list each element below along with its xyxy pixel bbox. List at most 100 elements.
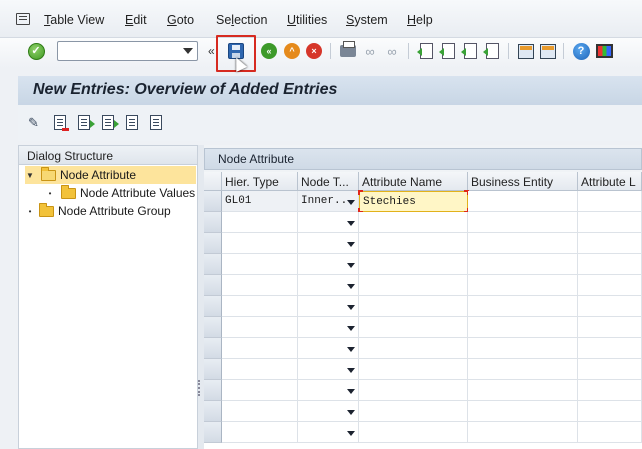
- table-cell[interactable]: [578, 401, 642, 422]
- table-cell[interactable]: [578, 191, 642, 212]
- row-selector[interactable]: [204, 380, 222, 401]
- last-page-button[interactable]: [482, 41, 502, 61]
- table-cell[interactable]: [222, 401, 298, 422]
- next-page-button[interactable]: [460, 41, 480, 61]
- chevron-down-icon[interactable]: [347, 389, 355, 394]
- table-cell[interactable]: [222, 275, 298, 296]
- menu-system[interactable]: System: [346, 13, 388, 27]
- table-cell[interactable]: [468, 317, 578, 338]
- expand-triangle-icon[interactable]: ▼: [25, 171, 35, 180]
- table-cell[interactable]: [468, 401, 578, 422]
- chevron-down-icon[interactable]: [347, 263, 355, 268]
- table-cell[interactable]: [222, 380, 298, 401]
- row-selector[interactable]: [204, 422, 222, 443]
- chevron-down-icon[interactable]: [347, 284, 355, 289]
- chevron-down-icon[interactable]: [183, 48, 193, 54]
- table-cell[interactable]: [222, 212, 298, 233]
- column-header-attribute-name[interactable]: Attribute Name: [359, 172, 468, 191]
- table-cell[interactable]: [578, 233, 642, 254]
- help-button[interactable]: ?: [571, 41, 591, 61]
- delete-entry-button[interactable]: [54, 115, 70, 131]
- table-cell[interactable]: [468, 359, 578, 380]
- table-cell[interactable]: [468, 380, 578, 401]
- print-button[interactable]: [338, 41, 358, 61]
- chevron-down-icon[interactable]: [347, 305, 355, 310]
- collapse-arrow-icon[interactable]: «: [208, 44, 215, 58]
- chevron-down-icon[interactable]: [347, 410, 355, 415]
- table-cell[interactable]: [359, 296, 468, 317]
- table-cell[interactable]: [468, 212, 578, 233]
- table-cell[interactable]: Stechies: [359, 191, 468, 212]
- exit-button[interactable]: ^: [282, 41, 302, 61]
- table-cell[interactable]: [578, 359, 642, 380]
- table-cell[interactable]: [222, 422, 298, 443]
- column-header-hier-type[interactable]: Hier. Type: [222, 172, 298, 191]
- command-input[interactable]: [58, 42, 176, 60]
- table-cell[interactable]: [222, 254, 298, 275]
- splitter-handle[interactable]: [198, 380, 200, 396]
- chevron-down-icon[interactable]: [347, 221, 355, 226]
- tree-item-node-attribute-values[interactable]: • Node Attribute Values: [47, 184, 197, 202]
- column-header-node-type[interactable]: Node T...: [298, 172, 359, 191]
- tree-item-node-attribute[interactable]: ▼ Node Attribute: [25, 166, 196, 184]
- table-cell[interactable]: [578, 212, 642, 233]
- row-selector[interactable]: [204, 212, 222, 233]
- table-cell[interactable]: [222, 317, 298, 338]
- row-selector[interactable]: [204, 296, 222, 317]
- chevron-down-icon[interactable]: [347, 326, 355, 331]
- row-selector[interactable]: [204, 233, 222, 254]
- table-cell[interactable]: [359, 212, 468, 233]
- table-cell[interactable]: [359, 317, 468, 338]
- column-header-attribute-l[interactable]: Attribute L: [578, 172, 642, 191]
- chevron-down-icon[interactable]: [347, 242, 355, 247]
- table-cell[interactable]: [359, 401, 468, 422]
- table-cell[interactable]: [222, 338, 298, 359]
- chevron-down-icon[interactable]: [347, 431, 355, 436]
- column-header-business-entity[interactable]: Business Entity: [468, 172, 578, 191]
- table-cell[interactable]: [578, 254, 642, 275]
- menu-utilities[interactable]: Utilities: [287, 13, 327, 27]
- menu-selection[interactable]: Selection: [216, 13, 267, 27]
- cancel-button[interactable]: ×: [304, 41, 324, 61]
- table-cell[interactable]: [468, 191, 578, 212]
- previous-entry-button[interactable]: [78, 115, 95, 131]
- tree-item-node-attribute-group[interactable]: • Node Attribute Group: [27, 202, 197, 220]
- table-cell[interactable]: [359, 275, 468, 296]
- row-selector[interactable]: [204, 275, 222, 296]
- first-page-button[interactable]: [416, 41, 436, 61]
- table-cell[interactable]: [359, 359, 468, 380]
- menu-icon[interactable]: [16, 13, 30, 25]
- table-cell[interactable]: [468, 254, 578, 275]
- row-selector[interactable]: [204, 401, 222, 422]
- table-cell[interactable]: [359, 380, 468, 401]
- table-cell[interactable]: [359, 338, 468, 359]
- row-selector[interactable]: [204, 317, 222, 338]
- next-entry-button[interactable]: [102, 115, 119, 131]
- shortcut-button[interactable]: [538, 41, 558, 61]
- menu-table-view[interactable]: Table View: [44, 13, 104, 27]
- table-cell[interactable]: [468, 233, 578, 254]
- row-selector[interactable]: [204, 359, 222, 380]
- table-cell[interactable]: [359, 233, 468, 254]
- display-change-button[interactable]: ✎: [28, 115, 44, 131]
- back-button[interactable]: «: [259, 41, 279, 61]
- table-cell[interactable]: [222, 233, 298, 254]
- create-session-button[interactable]: [516, 41, 536, 61]
- chevron-down-icon[interactable]: [347, 200, 355, 205]
- enter-button[interactable]: ✓: [26, 41, 46, 61]
- table-cell[interactable]: [468, 296, 578, 317]
- row-selector[interactable]: [204, 338, 222, 359]
- table-cell[interactable]: [578, 296, 642, 317]
- previous-page-button[interactable]: [438, 41, 458, 61]
- select-all-corner[interactable]: [204, 172, 222, 191]
- copy-entry-button[interactable]: [126, 115, 142, 131]
- table-cell[interactable]: [359, 254, 468, 275]
- customize-layout-button[interactable]: [594, 41, 614, 61]
- menu-help[interactable]: Help: [407, 13, 433, 27]
- table-cell[interactable]: [468, 275, 578, 296]
- table-cell[interactable]: [222, 296, 298, 317]
- command-field[interactable]: [57, 41, 198, 61]
- table-cell[interactable]: [578, 422, 642, 443]
- menu-edit[interactable]: Edit: [125, 13, 147, 27]
- chevron-down-icon[interactable]: [347, 368, 355, 373]
